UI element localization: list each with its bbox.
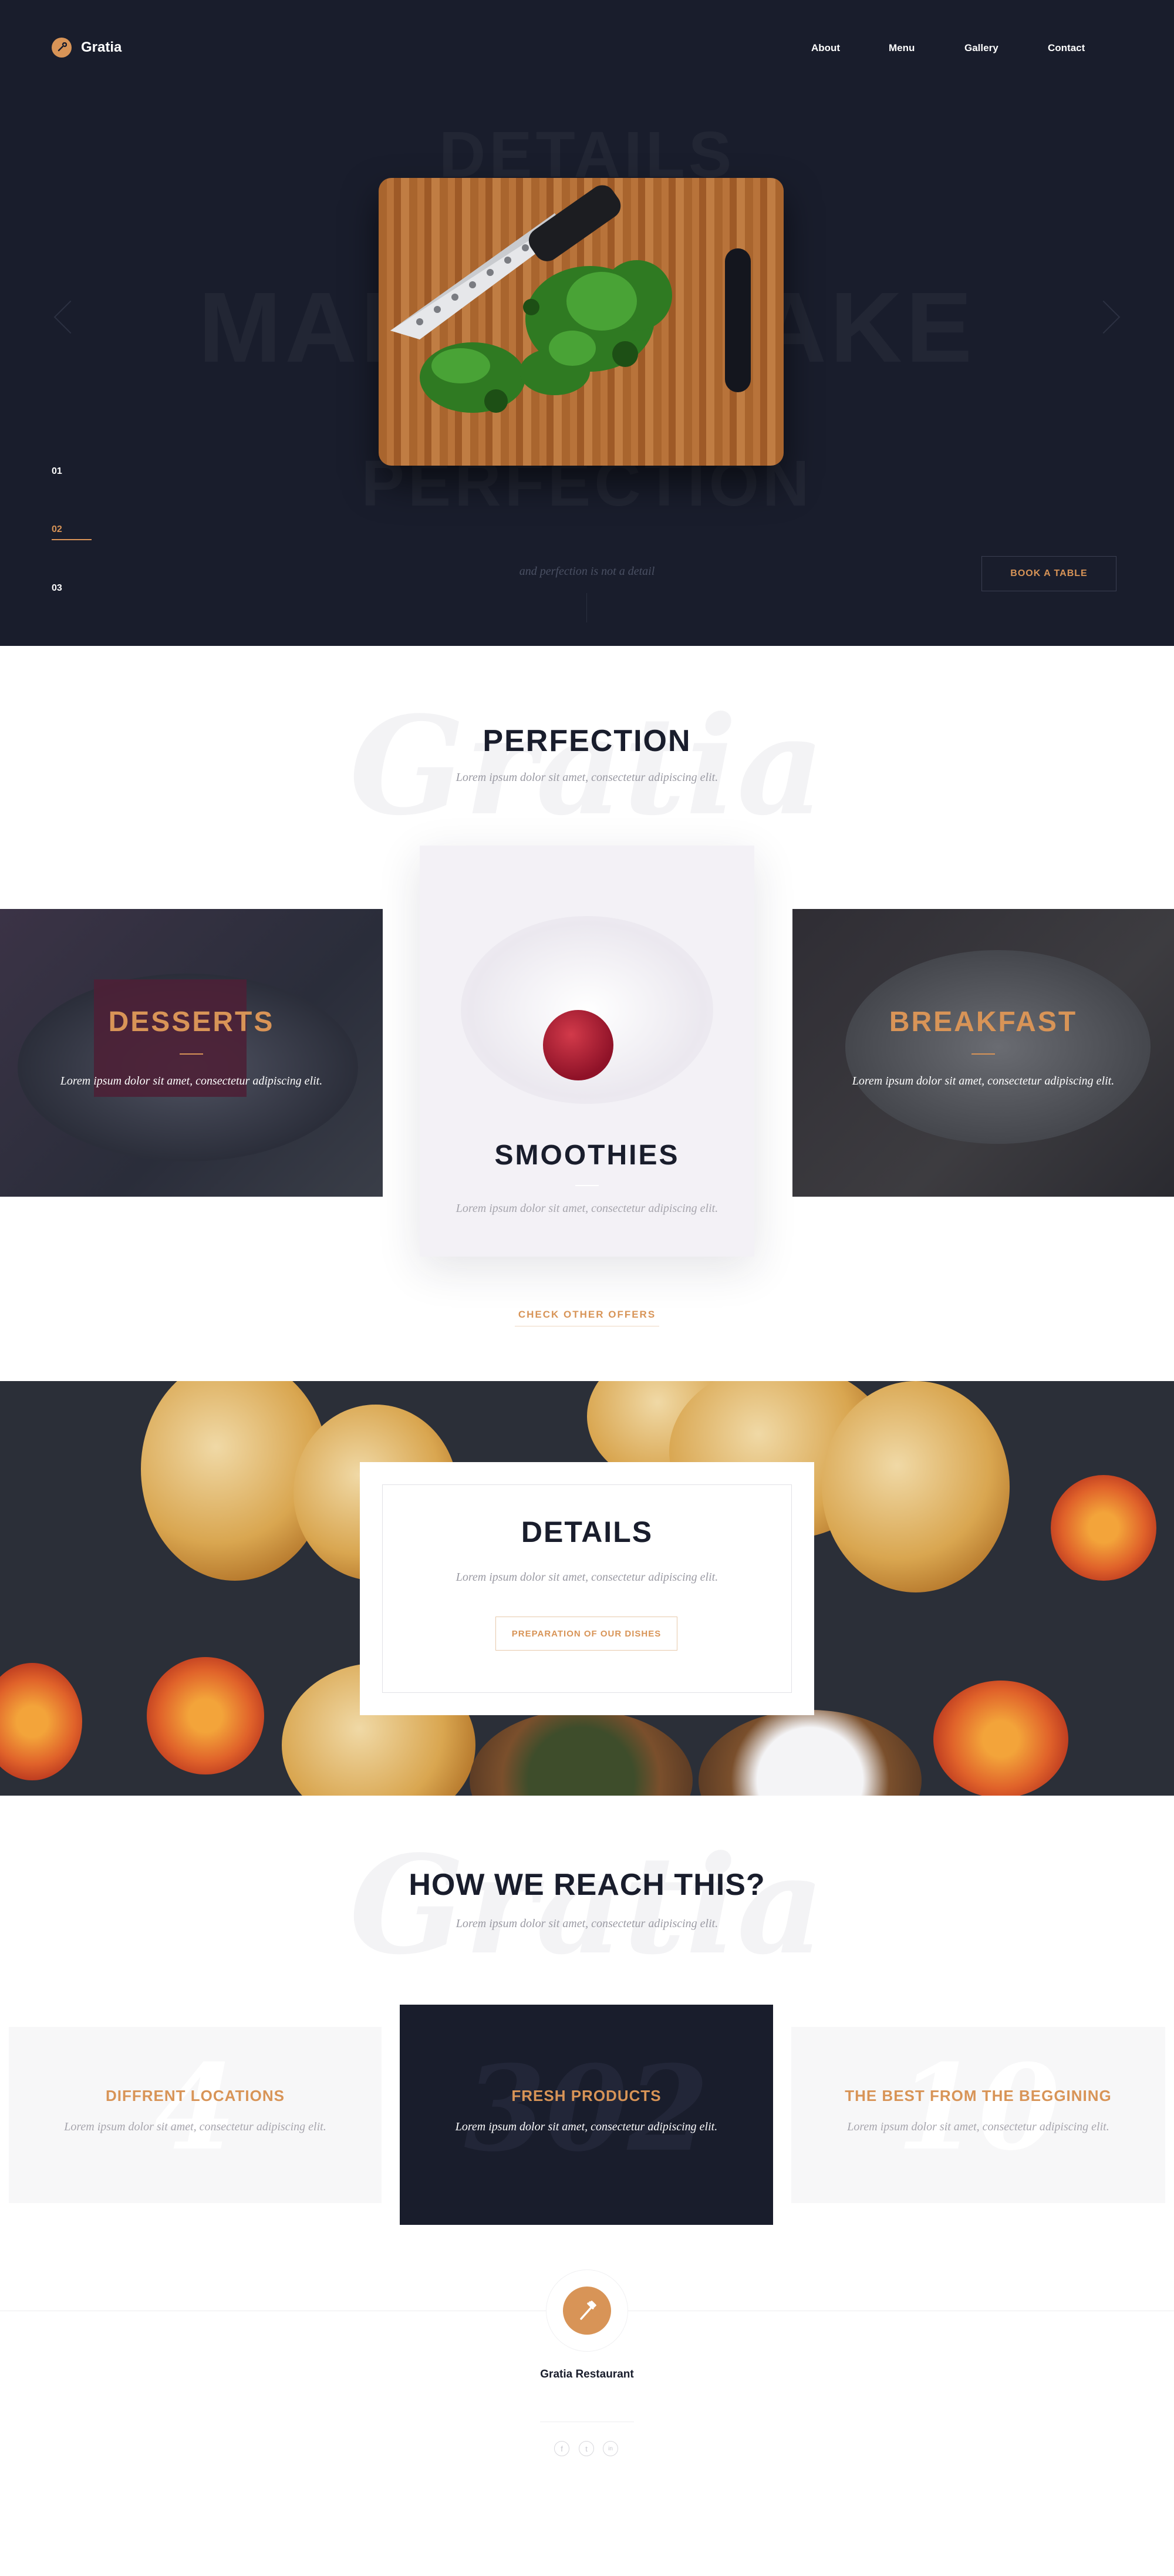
offer-title: SMOOTHIES <box>494 1140 680 1171</box>
marigold-image <box>933 1681 1068 1796</box>
reach-title: HOW WE REACH THIS? <box>409 1868 765 1902</box>
cutting-board-image <box>379 178 784 466</box>
book-a-table-button[interactable]: BOOK A TABLE <box>981 556 1116 591</box>
fork-icon <box>563 2287 611 2335</box>
details-card <box>360 1462 814 1715</box>
raspberry-image <box>543 1010 613 1080</box>
nav-gallery[interactable]: Gallery <box>964 42 998 54</box>
knife-and-herbs-illustration <box>390 185 672 413</box>
stat-description: Lorem ipsum dolor sit amet, consectetur … <box>847 2120 1109 2133</box>
nav-menu[interactable]: Menu <box>889 42 915 54</box>
perfection-script-watermark: Gratia <box>349 687 825 846</box>
twitter-icon[interactable]: t <box>579 2441 594 2456</box>
stat-number: 302 <box>464 2040 709 2178</box>
slide-indicator-2[interactable]: 02 <box>52 524 62 535</box>
breakfast-plate-image <box>845 950 1151 1144</box>
offer-card-smoothies[interactable]: SMOOTHIES Lorem ipsum dolor sit amet, co… <box>420 846 754 1257</box>
offer-title: BREAKFAST <box>889 1006 1078 1038</box>
offer-description: Lorem ipsum dolor sit amet, consectetur … <box>456 1202 718 1215</box>
hero-section: Gratia About Menu Gallery Contact DETAIL… <box>0 0 1174 646</box>
stat-title: THE BEST FROM THE BEGGINING <box>845 2087 1112 2104</box>
slide-indicator-3[interactable]: 03 <box>52 583 62 594</box>
slide-indicator-1[interactable]: 01 <box>52 466 62 477</box>
nav-contact[interactable]: Contact <box>1048 42 1085 54</box>
nav-about[interactable]: About <box>811 42 840 54</box>
footer-restaurant-name: Gratia Restaurant <box>540 2368 634 2380</box>
logo-mark-icon <box>52 38 72 58</box>
stat-number: 4 <box>154 2039 237 2177</box>
perfection-title: PERFECTION <box>483 724 691 758</box>
offer-description: Lorem ipsum dolor sit amet, consectetur … <box>852 1075 1115 1087</box>
stat-card-fresh-products: 302 FRESH PRODUCTS Lorem ipsum dolor sit… <box>400 2005 773 2225</box>
stat-description: Lorem ipsum dolor sit amet, consectetur … <box>455 2120 718 2133</box>
perfection-subtitle: Lorem ipsum dolor sit amet, consectetur … <box>456 771 718 784</box>
offer-card-breakfast[interactable]: BREAKFAST Lorem ipsum dolor sit amet, co… <box>792 909 1174 1197</box>
footer-logo-badge[interactable] <box>546 2269 628 2352</box>
offer-card-desserts[interactable]: DESSERTS Lorem ipsum dolor sit amet, con… <box>0 909 383 1197</box>
active-slide-underline <box>52 539 92 540</box>
details-title: DETAILS <box>521 1516 653 1548</box>
offer-description: Lorem ipsum dolor sit amet, consectetur … <box>60 1075 323 1087</box>
offer-divider <box>575 1185 599 1186</box>
scone-image <box>822 1381 1010 1592</box>
stat-card-locations: 4 DIFFRENT LOCATIONS Lorem ipsum dolor s… <box>9 2027 382 2203</box>
scroll-indicator-line <box>586 593 587 622</box>
marigold-image <box>0 1663 82 1780</box>
preparation-button[interactable]: PREPARATION OF OUR DISHES <box>495 1617 677 1651</box>
linkedin-icon[interactable]: in <box>603 2441 618 2456</box>
check-other-offers-link[interactable]: CHECK OTHER OFFERS <box>0 1309 1174 1321</box>
marigold-image <box>147 1657 264 1774</box>
reach-script-watermark: Gratia <box>349 1826 825 1985</box>
stat-description: Lorem ipsum dolor sit amet, consectetur … <box>64 2120 326 2133</box>
stat-title: FRESH PRODUCTS <box>511 2087 662 2104</box>
reach-subtitle: Lorem ipsum dolor sit amet, consectetur … <box>456 1917 718 1930</box>
salt-bowl-image <box>699 1710 922 1796</box>
offer-divider <box>971 1053 995 1055</box>
brand-name: Gratia <box>81 39 122 55</box>
stat-number: 10 <box>896 2039 1060 2177</box>
details-subtitle: Lorem ipsum dolor sit amet, consectetur … <box>456 1571 718 1584</box>
facebook-icon[interactable]: f <box>554 2441 569 2456</box>
offer-title: DESSERTS <box>108 1006 275 1038</box>
stat-title: DIFFRENT LOCATIONS <box>106 2087 285 2104</box>
brand-logo[interactable]: Gratia <box>52 38 122 58</box>
herb-bowl-image <box>470 1710 693 1796</box>
offer-divider <box>180 1053 203 1055</box>
stat-card-best: 10 THE BEST FROM THE BEGGINING Lorem ips… <box>791 2027 1165 2203</box>
